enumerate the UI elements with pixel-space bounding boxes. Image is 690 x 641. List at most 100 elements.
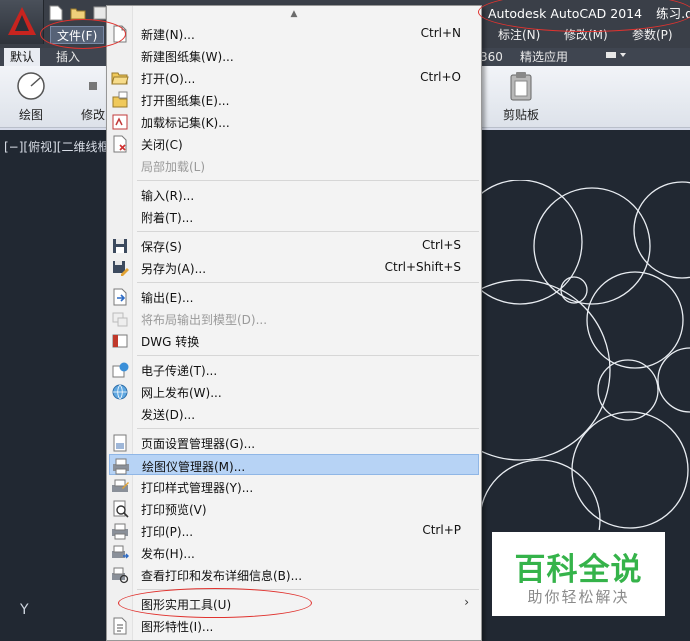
menu-item-shortcut: Ctrl+O: [420, 70, 461, 84]
window-title-file: 练习.dwg: [656, 6, 690, 21]
menu-item-label: 新建图纸集(W)...: [141, 50, 234, 64]
menu-item-attach[interactable]: 附着(T)...: [109, 206, 479, 227]
menu-item-dwg-convert[interactable]: DWG 转换: [109, 330, 479, 351]
menu-item-load-markup[interactable]: 加载标记集(K)...: [109, 111, 479, 132]
tab-default[interactable]: 默认: [4, 48, 41, 66]
close-file-icon: [113, 135, 127, 153]
menu-item-shortcut: Ctrl+Shift+S: [384, 260, 461, 274]
export-icon: [113, 288, 127, 306]
menu-annotate[interactable]: 标注(N): [492, 26, 546, 44]
drawing-properties-icon: [113, 617, 127, 635]
menu-item-label: DWG 转换: [141, 335, 200, 349]
menu-item-shortcut: Ctrl+N: [420, 26, 461, 40]
menu-item-label: 图形特性(I)...: [141, 620, 214, 634]
drawing-circle: [480, 180, 583, 305]
menu-item-label: 页面设置管理器(G)...: [141, 437, 256, 451]
menu-separator: [137, 282, 479, 283]
menu-scroll-up-icon[interactable]: ▲: [107, 6, 481, 22]
menu-item-plot-preview[interactable]: 打印预览(V): [109, 498, 479, 519]
watermark-logo: 百科全说 助你轻松解决: [492, 532, 665, 616]
drawing-circle: [597, 359, 659, 421]
menu-item-label: 保存(S): [141, 240, 182, 254]
menu-item-new[interactable]: 新建(N)... Ctrl+N: [109, 23, 479, 44]
menu-separator: [137, 355, 479, 356]
viewport-controls-label[interactable]: [−][俯视][二维线框]: [4, 138, 114, 155]
menu-file[interactable]: 文件(F): [50, 26, 105, 44]
publish-web-icon: [112, 384, 128, 400]
menu-separator: [137, 180, 479, 181]
drawing-circle: [533, 187, 651, 305]
menu-item-export[interactable]: 输出(E)...: [109, 286, 479, 307]
publish-icon: [112, 545, 129, 559]
drawing-circle: [586, 271, 684, 369]
layout-export-icon: [112, 312, 128, 327]
menu-item-label: 打开(O)...: [141, 72, 196, 86]
menu-item-label: 绘图仪管理器(M)...: [142, 460, 246, 474]
tab-featured-apps[interactable]: 精选应用: [514, 48, 574, 66]
application-menu-button[interactable]: [0, 0, 44, 44]
window-title-app: Autodesk AutoCAD 2014: [488, 6, 643, 21]
menu-params[interactable]: 参数(P): [626, 26, 679, 44]
menu-separator: [137, 589, 479, 590]
menu-item-label: 查看打印和发布详细信息(B)...: [141, 569, 303, 583]
qat-open-icon[interactable]: [68, 3, 88, 23]
menu-item-send[interactable]: 发送(D)...: [109, 403, 479, 424]
clipboard-icon: [510, 72, 532, 101]
open-sheetset-icon: [112, 91, 128, 108]
drawing-circle: [480, 459, 601, 530]
menu-item-shortcut: Ctrl+S: [421, 238, 461, 252]
menu-item-save-as[interactable]: 另存为(A)... Ctrl+Shift+S: [109, 257, 479, 278]
menu-item-label: 另存为(A)...: [141, 262, 207, 276]
menu-item-label: 发布(H)...: [141, 547, 195, 561]
qat-new-icon[interactable]: [46, 3, 66, 23]
menu-separator: [137, 428, 479, 429]
tab-insert[interactable]: 插入: [50, 48, 86, 66]
draw-button-label: 绘图: [18, 108, 43, 122]
plotter-manager-icon: [113, 458, 129, 475]
menu-item-close[interactable]: 关闭(C): [109, 133, 479, 154]
clipboard-button-label: 剪贴板: [502, 108, 539, 122]
clipboard-button[interactable]: 剪贴板: [494, 68, 548, 126]
save-icon: [113, 239, 127, 253]
plot-details-icon: [112, 567, 129, 584]
drawing-circle: [571, 411, 689, 529]
menu-item-plotter-manager[interactable]: 绘图仪管理器(M)...: [109, 454, 479, 475]
save-as-icon: [113, 261, 129, 276]
menu-item-page-setup[interactable]: 页面设置管理器(G)...: [109, 432, 479, 453]
window-title: Autodesk AutoCAD 2014 练习.dwg: [488, 3, 690, 22]
plot-style-icon: [112, 479, 129, 492]
menu-item-publish-web[interactable]: 网上发布(W)...: [109, 381, 479, 402]
menu-item-open-sheetset[interactable]: 打开图纸集(E)...: [109, 89, 479, 110]
menu-item-label: 打印样式管理器(Y)...: [141, 481, 254, 495]
autocad-logo-icon: [8, 7, 36, 35]
drawing-circle: [633, 181, 690, 279]
file-menu-dropdown: ▲ 新建(N)... Ctrl+N 新建图纸集(W)... 打开(O)... C…: [106, 5, 482, 641]
menu-item-label: 关闭(C): [141, 138, 183, 152]
menu-item-publish[interactable]: 发布(H)...: [109, 542, 479, 563]
draw-button[interactable]: 绘图: [4, 68, 58, 126]
menu-item-import[interactable]: 输入(R)...: [109, 184, 479, 205]
menu-item-drawing-utilities[interactable]: 图形实用工具(U) ›: [109, 593, 479, 614]
menu-item-label: 输入(R)...: [141, 189, 195, 203]
menu-item-label: 加载标记集(K)...: [141, 116, 230, 130]
menu-modify[interactable]: 修改(M): [558, 26, 614, 44]
menu-item-plot-style-manager[interactable]: 打印样式管理器(Y)...: [109, 476, 479, 497]
menu-item-new-sheetset[interactable]: 新建图纸集(W)...: [109, 45, 479, 66]
watermark-slogan: 助你轻松解决: [527, 588, 630, 606]
ucs-y-axis-label: Y: [20, 602, 29, 618]
menu-item-plot[interactable]: 打印(P)... Ctrl+P: [109, 520, 479, 541]
etransmit-icon: [112, 362, 129, 378]
open-folder-icon: [111, 72, 129, 85]
menu-separator: [137, 231, 479, 232]
menu-item-drawing-properties[interactable]: 图形特性(I)...: [109, 615, 479, 636]
menu-item-export-layout: 将布局输出到模型(D)...: [109, 308, 479, 329]
menu-item-plot-details[interactable]: 查看打印和发布详细信息(B)...: [109, 564, 479, 585]
plot-preview-icon: [113, 500, 129, 518]
menu-item-save[interactable]: 保存(S) Ctrl+S: [109, 235, 479, 256]
ribbon-options-icon[interactable]: [598, 48, 634, 66]
menu-item-etransmit[interactable]: 电子传递(T)...: [109, 359, 479, 380]
menu-item-partial-load: 局部加载(L): [109, 155, 479, 176]
drawing-circle: [480, 279, 611, 461]
menu-item-open[interactable]: 打开(O)... Ctrl+O: [109, 67, 479, 88]
dwg-convert-icon: [112, 334, 128, 348]
